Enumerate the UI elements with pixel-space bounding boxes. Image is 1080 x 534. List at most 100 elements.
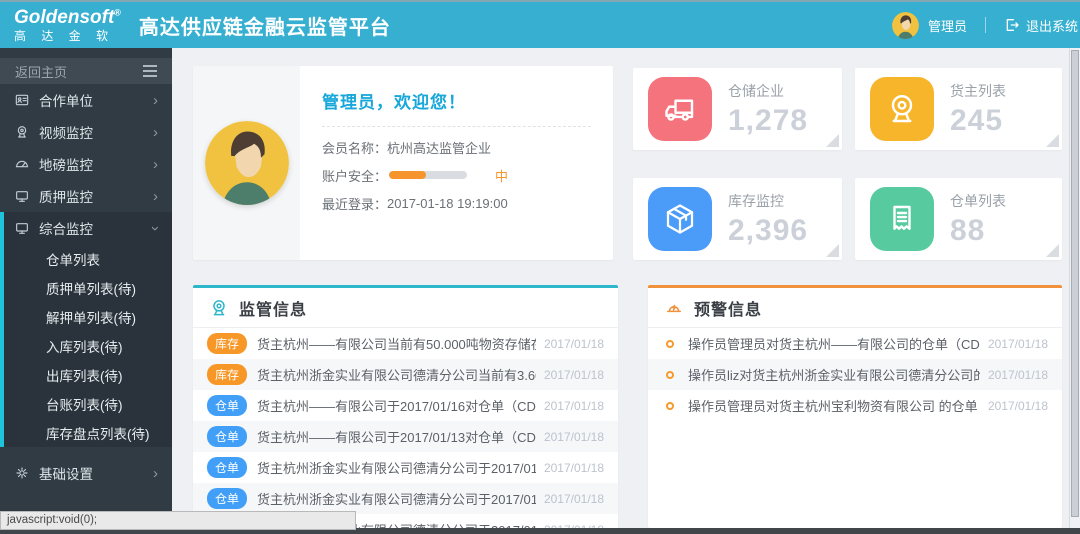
supervision-row[interactable]: 库存 货主杭州——有限公司当前有50.000吨物资存储在库... 2017/01… xyxy=(193,328,618,359)
security-progress-bar xyxy=(389,171,467,179)
chevron-right-icon: › xyxy=(153,157,158,172)
monitor-icon xyxy=(14,220,30,236)
welcome-title: 管理员，欢迎您！ xyxy=(322,88,591,113)
submenu-item-warehouse-receipts[interactable]: 仓单列表 xyxy=(4,244,172,273)
stat-card-warehouse-receipts[interactable]: 仓单列表 88 xyxy=(855,178,1062,260)
last-login-label: 最近登录： xyxy=(322,194,387,213)
sidebar-item-label: 地磅监控 xyxy=(39,154,93,174)
row-date: 2017/01/18 xyxy=(544,461,604,475)
submenu-item-ledger-list[interactable]: 台账列表(待) xyxy=(4,389,172,418)
warning-row[interactable]: 操作员管理员对货主杭州——有限公司的仓单（CDDJ... 2017/01/18 xyxy=(648,328,1062,359)
cube-icon xyxy=(648,187,712,251)
welcome-avatar-pane xyxy=(193,66,300,260)
row-date: 2017/01/18 xyxy=(544,430,604,444)
monitor-icon xyxy=(14,188,30,204)
tag-stock: 库存 xyxy=(207,364,247,385)
scrollbar-thumb[interactable] xyxy=(1071,50,1079,517)
submenu-item-release-list[interactable]: 解押单列表(待) xyxy=(4,302,172,331)
supervision-row[interactable]: 仓单 货主杭州浙金实业有限公司德清分公司于2017/01/0... 2017/0… xyxy=(193,452,618,483)
submenu-label: 解押单列表(待) xyxy=(46,307,136,327)
sidebar-item-weighbridge-monitor[interactable]: 地磅监控 › xyxy=(0,148,172,180)
stat-card-inventory-monitor[interactable]: 库存监控 2,396 xyxy=(633,178,842,260)
sidebar-item-settings[interactable]: 基础设置 › xyxy=(0,457,172,489)
row-text: 货主杭州浙金实业有限公司德清分公司于2017/01/0... xyxy=(257,489,536,508)
gauge-icon xyxy=(14,156,30,172)
member-name-value: 杭州高达监管企业 xyxy=(387,138,491,157)
supervision-panel-title: 监管信息 xyxy=(239,296,307,320)
warning-row[interactable]: 操作员liz对货主杭州浙金实业有限公司德清分公司的仓... 2017/01/18 xyxy=(648,359,1062,390)
main-content: 管理员，欢迎您！ 会员名称： 杭州高达监管企业 账户安全： 中 最近登录： 20… xyxy=(172,48,1080,534)
sidebar-item-label: 质押监控 xyxy=(39,186,93,206)
supervision-row[interactable]: 库存 货主杭州浙金实业有限公司德清分公司当前有3.600... 2017/01/… xyxy=(193,359,618,390)
supervision-list: 库存 货主杭州——有限公司当前有50.000吨物资存储在库... 2017/01… xyxy=(193,328,618,534)
submenu-label: 入库列表(待) xyxy=(46,336,123,356)
row-date: 2017/01/18 xyxy=(988,337,1048,351)
row-text: 货主杭州浙金实业有限公司德清分公司于2017/01/0... xyxy=(257,458,536,477)
warning-row[interactable]: 操作员管理员对货主杭州宝利物资有限公司 的仓单（C... 2017/01/18 xyxy=(648,390,1062,421)
ring-bullet-icon xyxy=(666,402,674,410)
submenu-label: 仓单列表 xyxy=(46,249,100,269)
stat-value: 245 xyxy=(950,104,1006,138)
dashed-divider xyxy=(322,126,591,127)
vertical-scrollbar[interactable] xyxy=(1069,48,1080,534)
row-text: 操作员管理员对货主杭州宝利物资有限公司 的仓单（C... xyxy=(688,396,980,415)
user-name-label[interactable]: 管理员 xyxy=(928,16,967,35)
security-level-badge: 中 xyxy=(495,166,508,185)
sidebar-item-home[interactable]: 返回主页 xyxy=(0,58,172,84)
stat-card-warehouse-enterprises[interactable]: 仓储企业 1,278 xyxy=(633,68,842,150)
sidebar-expanded-section: 综合监控 › 仓单列表 质押单列表(待) 解押单列表(待) 入库列表(待) 出库… xyxy=(0,212,172,447)
sidebar-item-pledge-monitor[interactable]: 质押监控 › xyxy=(0,180,172,212)
submenu-label: 台账列表(待) xyxy=(46,394,123,414)
last-login-value: 2017-01-18 19:19:00 xyxy=(387,196,508,211)
submenu-label: 出库列表(待) xyxy=(46,365,123,385)
row-text: 货主杭州——有限公司于2017/01/16对仓单（CDDJ... xyxy=(257,396,536,415)
header-user-area: 管理员 退出系统 xyxy=(892,12,1080,39)
welcome-info-pane: 管理员，欢迎您！ 会员名称： 杭州高达监管企业 账户安全： 中 最近登录： 20… xyxy=(300,66,613,260)
sidebar-item-comprehensive-monitor[interactable]: 综合监控 › xyxy=(4,212,172,244)
security-progress-fill xyxy=(389,171,426,179)
warning-panel-title: 预警信息 xyxy=(694,296,762,320)
tag-stock: 库存 xyxy=(207,333,247,354)
account-security-label: 账户安全： xyxy=(322,166,387,185)
stat-card-cargo-owners[interactable]: 货主列表 245 xyxy=(855,68,1062,150)
chevron-right-icon: › xyxy=(153,125,158,140)
chevron-down-icon: › xyxy=(148,226,163,231)
submenu-label: 质押单列表(待) xyxy=(46,278,136,298)
registered-mark: ® xyxy=(114,8,121,18)
dashboard-root: Goldensoft® 高 达 金 软 高达供应链金融云监管平台 管理员 退出系… xyxy=(0,0,1080,534)
row-date: 2017/01/18 xyxy=(988,399,1048,413)
submenu-item-inbound-list[interactable]: 入库列表(待) xyxy=(4,331,172,360)
submenu-item-outbound-list[interactable]: 出库列表(待) xyxy=(4,360,172,389)
submenu-item-pledge-list[interactable]: 质押单列表(待) xyxy=(4,273,172,302)
row-text: 操作员管理员对货主杭州——有限公司的仓单（CDDJ... xyxy=(688,334,980,353)
header-divider xyxy=(985,17,986,33)
logout-icon xyxy=(1004,17,1020,33)
supervision-panel-header: 监管信息 xyxy=(193,288,618,328)
row-text: 操作员liz对货主杭州浙金实业有限公司德清分公司的仓... xyxy=(688,365,980,384)
brand-name-cn: 高 达 金 软 xyxy=(14,30,121,42)
row-text: 货主杭州——有限公司当前有50.000吨物资存储在库... xyxy=(257,334,536,353)
row-date: 2017/01/18 xyxy=(544,492,604,506)
chevron-right-icon: › xyxy=(153,466,158,481)
supervision-row[interactable]: 仓单 货主杭州——有限公司于2017/01/16对仓单（CDDJ... 2017… xyxy=(193,390,618,421)
sidebar-item-label: 基础设置 xyxy=(39,463,93,483)
row-date: 2017/01/18 xyxy=(988,368,1048,382)
submenu-label: 库存盘点列表(待) xyxy=(46,423,150,443)
row-text: 货主杭州浙金实业有限公司德清分公司当前有3.600... xyxy=(257,365,536,384)
logout-button[interactable]: 退出系统 xyxy=(1004,16,1080,35)
brand-logo: Goldensoft® 高 达 金 软 xyxy=(14,8,121,42)
last-login-row: 最近登录： 2017-01-18 19:19:00 xyxy=(322,189,591,217)
member-name-row: 会员名称： 杭州高达监管企业 xyxy=(322,133,591,161)
supervision-row[interactable]: 仓单 货主杭州——有限公司于2017/01/13对仓单（CDDJ... 2017… xyxy=(193,421,618,452)
tag-receipt: 仓单 xyxy=(207,488,247,509)
chevron-right-icon: › xyxy=(153,93,158,108)
hamburger-icon[interactable] xyxy=(143,65,157,77)
supervision-row[interactable]: 仓单 货主杭州浙金实业有限公司德清分公司于2017/01/0... 2017/0… xyxy=(193,483,618,514)
submenu-item-inventory-check-list[interactable]: 库存盘点列表(待) xyxy=(4,418,172,447)
stat-value: 1,278 xyxy=(728,104,808,138)
sidebar-item-video-monitor[interactable]: 视频监控 › xyxy=(0,116,172,148)
stat-value: 88 xyxy=(950,214,1006,248)
row-date: 2017/01/18 xyxy=(544,368,604,382)
user-avatar[interactable] xyxy=(892,12,919,39)
sidebar-item-partners[interactable]: 合作单位 › xyxy=(0,84,172,116)
